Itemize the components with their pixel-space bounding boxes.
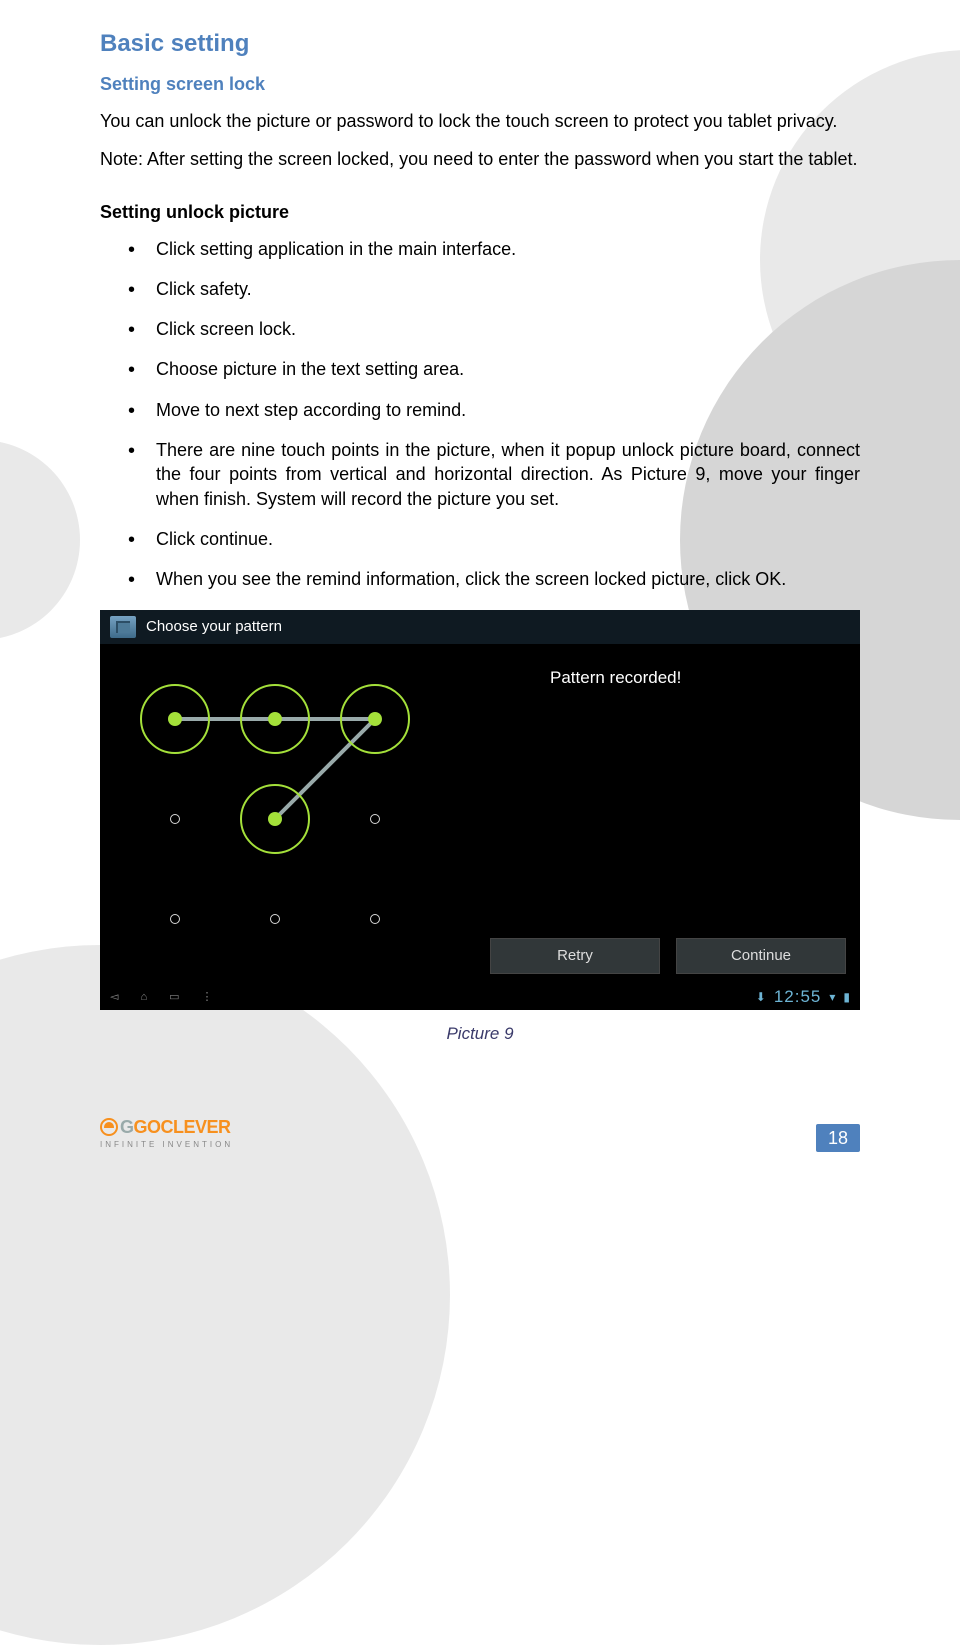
pattern-status: Pattern recorded!: [550, 668, 681, 688]
menu-icon[interactable]: ⋮: [202, 990, 213, 1003]
battery-icon: ▮: [843, 990, 850, 1004]
brand-logo: GGOCLEVER INFINITE INVENTION: [100, 1117, 233, 1149]
list-item: Click safety.: [128, 277, 860, 301]
intro-paragraph: You can unlock the picture or password t…: [100, 109, 860, 133]
list-item: Move to next step according to remind.: [128, 398, 860, 422]
list-item: When you see the remind information, cli…: [128, 567, 860, 591]
wifi-icon: ▾: [829, 990, 835, 1004]
embedded-screenshot: Choose your pattern Pattern recorded!: [100, 610, 860, 1010]
screenshot-title: Choose your pattern: [146, 618, 282, 635]
home-icon[interactable]: ⌂: [140, 991, 147, 1003]
settings-icon: [110, 616, 136, 638]
list-item: Choose picture in the text setting area.: [128, 357, 860, 381]
list-item: Click screen lock.: [128, 317, 860, 341]
note-paragraph: Note: After setting the screen locked, y…: [100, 147, 860, 171]
pattern-dot[interactable]: [240, 884, 310, 954]
download-icon: ⬇: [756, 990, 766, 1004]
retry-button[interactable]: Retry: [490, 938, 660, 974]
back-icon[interactable]: ◅: [110, 990, 118, 1003]
list-item: Click setting application in the main in…: [128, 237, 860, 261]
list-item: Click continue.: [128, 527, 860, 551]
pattern-dot[interactable]: [140, 784, 210, 854]
logo-icon: [100, 1118, 118, 1136]
pattern-dot[interactable]: [340, 884, 410, 954]
pattern-dot[interactable]: [340, 684, 410, 754]
figure-caption: Picture 9: [100, 1024, 860, 1044]
recent-icon[interactable]: ▭: [169, 990, 179, 1003]
subheading-screen-lock: Setting screen lock: [100, 74, 860, 95]
pattern-dot[interactable]: [140, 884, 210, 954]
steps-list: Click setting application in the main in…: [128, 237, 860, 592]
list-item: There are nine touch points in the pictu…: [128, 438, 860, 511]
main-heading: Basic setting: [100, 30, 860, 58]
pattern-dot[interactable]: [140, 684, 210, 754]
continue-button[interactable]: Continue: [676, 938, 846, 974]
subheading-unlock-picture: Setting unlock picture: [100, 202, 860, 223]
pattern-dot[interactable]: [340, 784, 410, 854]
pattern-grid[interactable]: [140, 684, 440, 984]
pattern-dot[interactable]: [240, 684, 310, 754]
brand-tagline: INFINITE INVENTION: [100, 1140, 233, 1149]
android-navbar: ◅ ⌂ ▭ ⋮ ⬇ 12:55 ▾ ▮: [100, 984, 860, 1010]
page-number: 18: [816, 1128, 860, 1149]
pattern-dot[interactable]: [240, 784, 310, 854]
clock: 12:55: [774, 987, 822, 1007]
